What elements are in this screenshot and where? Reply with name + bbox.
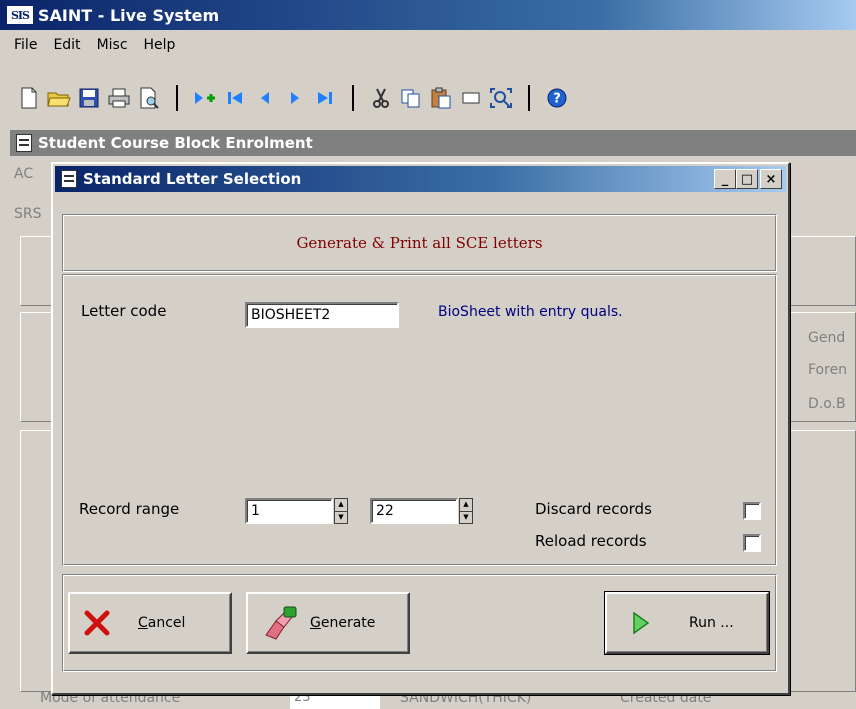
record-range-label: Record range [79, 500, 180, 518]
first-record-icon[interactable] [220, 83, 250, 113]
print-preview-icon[interactable] [134, 83, 164, 113]
app-logo: SIS [6, 5, 34, 25]
cancel-x-icon [84, 610, 110, 636]
range-to-input[interactable] [370, 498, 458, 524]
stepper-down-icon[interactable]: ▼ [335, 512, 347, 524]
menubar: File Edit Misc Help [0, 30, 856, 60]
dialog-header: Generate & Print all SCE letters [296, 234, 543, 252]
last-record-icon[interactable] [310, 83, 340, 113]
stepper-up-icon[interactable]: ▲ [460, 499, 472, 512]
generate-hand-icon [265, 606, 297, 640]
letter-code-input[interactable] [245, 302, 399, 328]
stepper-up-icon[interactable]: ▲ [335, 499, 347, 512]
maximize-icon: □ [740, 171, 754, 187]
new-document-icon[interactable] [14, 83, 44, 113]
menu-help[interactable]: Help [136, 37, 184, 53]
next-record-icon[interactable] [280, 83, 310, 113]
bg-label-forename: Foren [808, 362, 848, 378]
discard-records-checkbox[interactable] [743, 502, 761, 520]
stepper-down-icon[interactable]: ▼ [460, 512, 472, 524]
run-button-label: Run ... [689, 615, 734, 631]
paste-icon[interactable] [426, 83, 456, 113]
app-title: SAINT - Live System [38, 5, 220, 25]
menu-misc[interactable]: Misc [89, 37, 136, 53]
generate-button[interactable]: Generate [246, 592, 410, 654]
close-button[interactable]: × [760, 169, 782, 189]
range-from-input[interactable] [245, 498, 333, 524]
discard-records-label: Discard records [535, 500, 652, 518]
bg-label-dob: D.o.B [808, 396, 846, 412]
bg-label-srs: SRS [14, 206, 42, 222]
toolbar: ? [0, 78, 856, 118]
minimize-icon: _ [721, 171, 729, 187]
maximize-button[interactable]: □ [736, 169, 758, 189]
dialog-header-panel: Generate & Print all SCE letters [62, 214, 777, 272]
cancel-button-label: Cancel [138, 615, 186, 631]
range-from-stepper[interactable]: ▲ ▼ [334, 498, 348, 524]
form-title: Student Course Block Enrolment [38, 134, 313, 152]
zoom-icon[interactable] [486, 83, 516, 113]
cut-icon[interactable] [366, 83, 396, 113]
minimize-button[interactable]: _ [714, 169, 736, 189]
previous-record-icon[interactable] [250, 83, 280, 113]
close-icon: × [765, 171, 777, 187]
cancel-button[interactable]: Cancel [68, 592, 232, 654]
form-titlebar: Student Course Block Enrolment [10, 130, 856, 156]
generate-button-label: Generate [310, 615, 376, 631]
menu-file[interactable]: File [6, 37, 45, 53]
dialog-title: Standard Letter Selection [83, 170, 302, 188]
menu-edit[interactable]: Edit [45, 37, 88, 53]
help-icon[interactable]: ? [542, 83, 572, 113]
dialog-document-icon [61, 170, 77, 188]
toolbar-separator [352, 85, 354, 111]
bg-label-ac: AC [14, 166, 34, 182]
bg-label-gender: Gend [808, 330, 846, 346]
svg-text:?: ? [553, 92, 561, 107]
app-titlebar: SIS SAINT - Live System [0, 0, 856, 30]
save-icon[interactable] [74, 83, 104, 113]
standard-letter-dialog: Standard Letter Selection _ □ × Generate… [51, 162, 790, 695]
letter-description: BioSheet with entry quals. [438, 304, 623, 320]
range-to-stepper[interactable]: ▲ ▼ [459, 498, 473, 524]
play-icon [633, 611, 650, 635]
open-folder-icon[interactable] [44, 83, 74, 113]
letter-code-label: Letter code [81, 302, 167, 320]
toolbar-separator [528, 85, 530, 111]
reload-records-label: Reload records [535, 532, 647, 550]
dialog-titlebar[interactable]: Standard Letter Selection _ □ × [55, 166, 786, 192]
copy-icon[interactable] [396, 83, 426, 113]
form-document-icon [16, 134, 32, 152]
toolbar-separator [176, 85, 178, 111]
add-record-icon[interactable] [190, 83, 220, 113]
run-button[interactable]: Run ... [604, 591, 770, 655]
reload-records-checkbox[interactable] [743, 534, 761, 552]
print-icon[interactable] [104, 83, 134, 113]
clear-icon[interactable] [456, 83, 486, 113]
